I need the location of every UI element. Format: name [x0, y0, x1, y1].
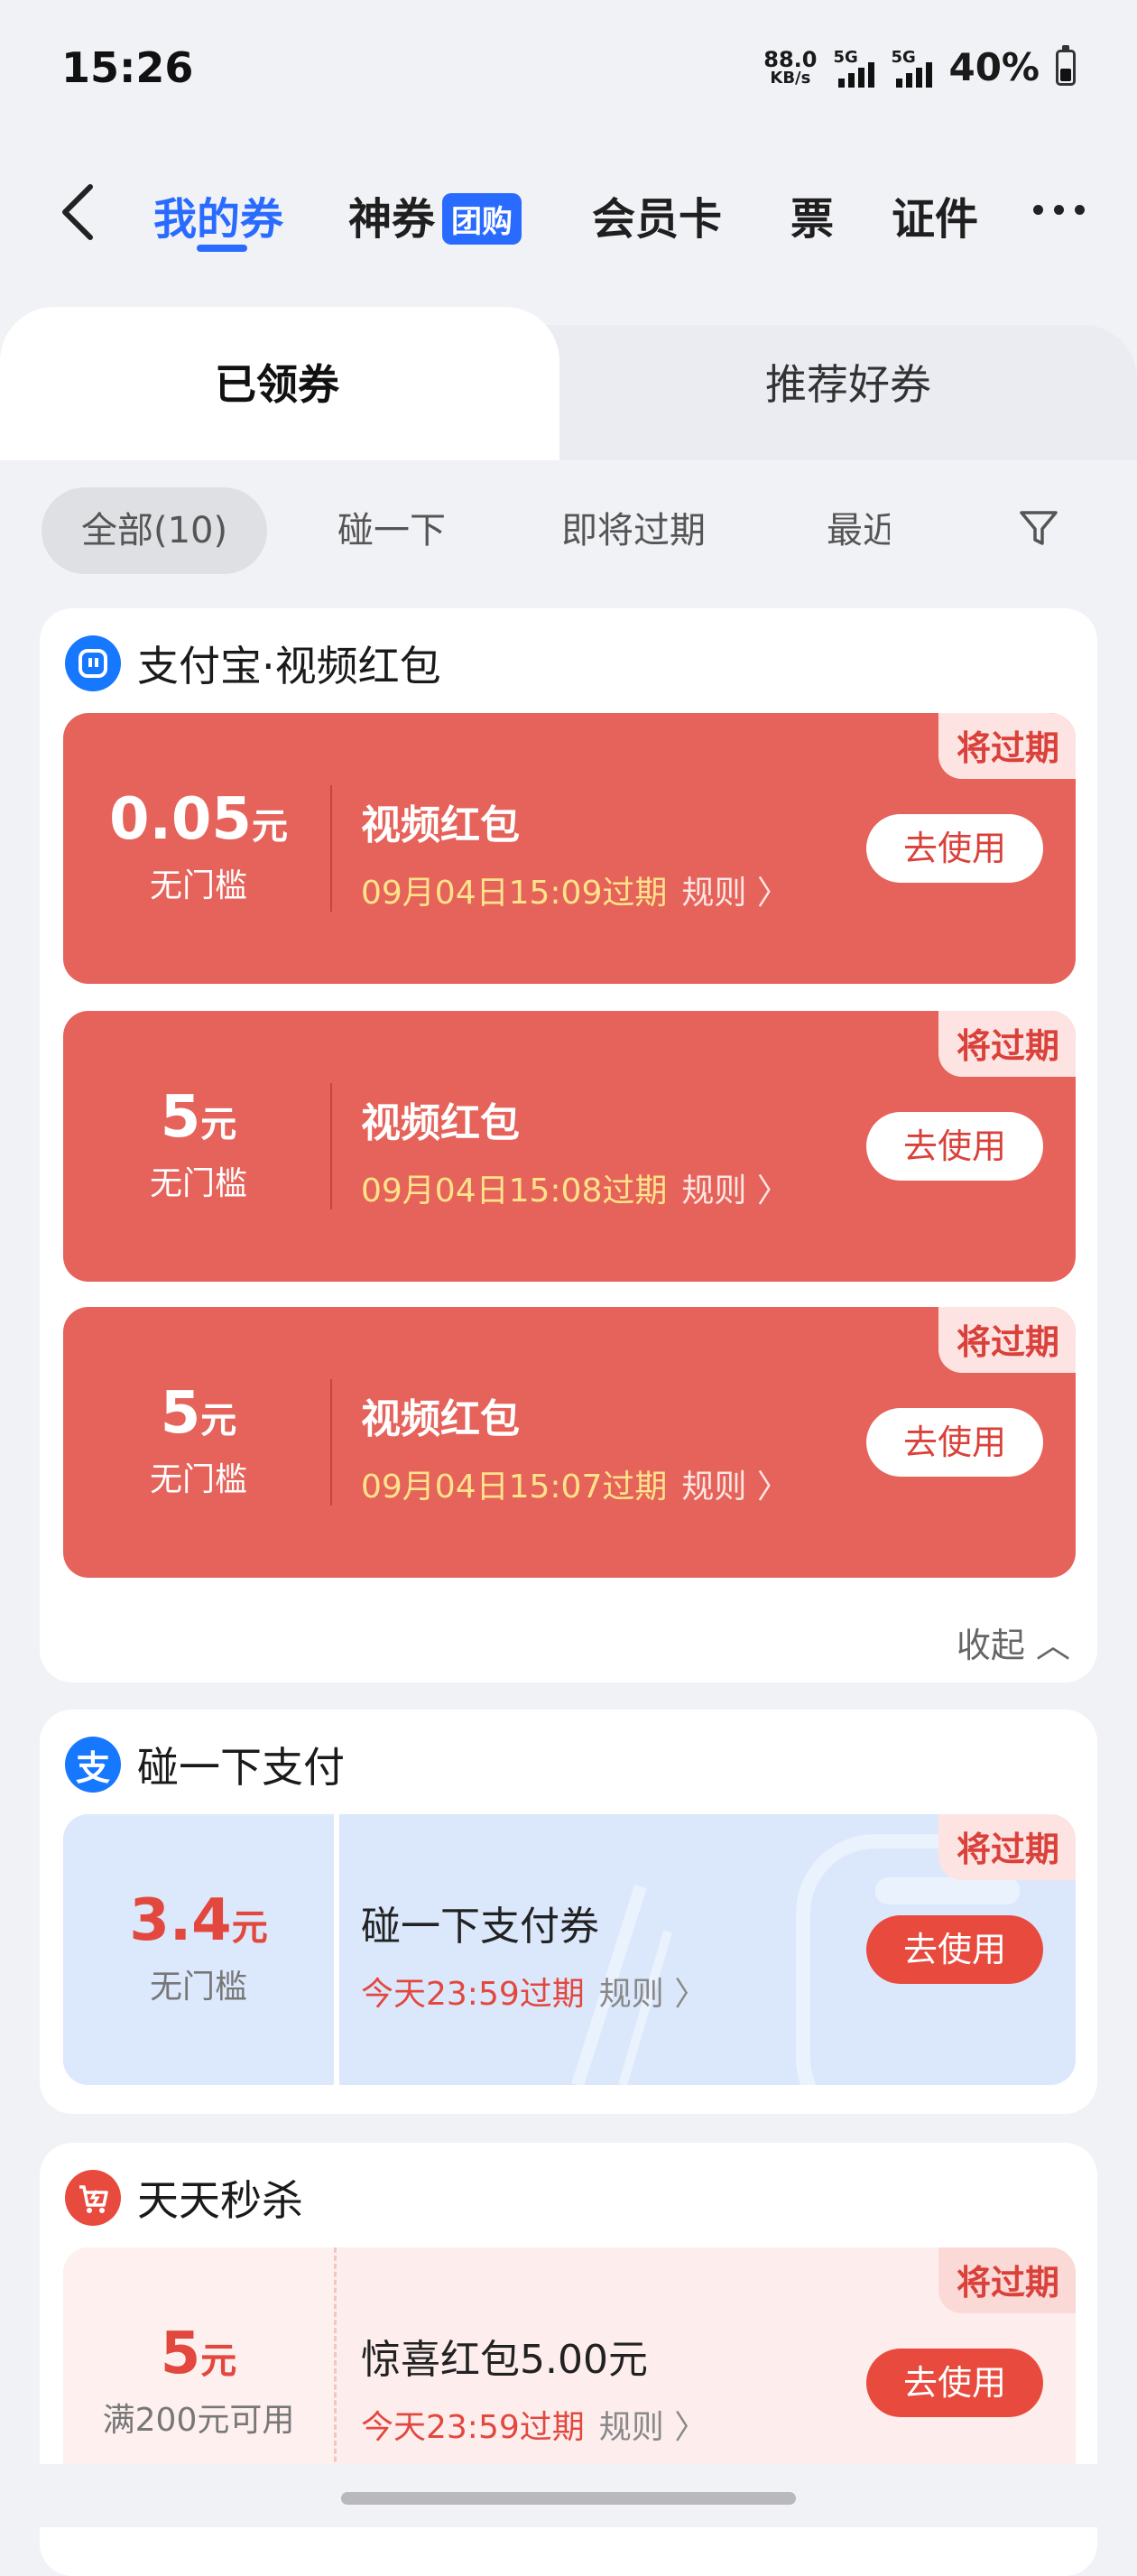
active-tab-indicator — [197, 245, 247, 252]
coupon-name: 惊喜红包5.00元 — [361, 2337, 648, 2383]
coupon-divider — [330, 785, 332, 912]
section-title: 支付宝·视频红包 — [137, 642, 441, 690]
speed-value: 88.0 — [763, 46, 818, 72]
coupon-amount: 5元 — [160, 1380, 237, 1447]
filter-all[interactable]: 全部(10) — [42, 487, 268, 574]
flash-sale-cart-icon — [65, 2170, 121, 2226]
coupon-amount: 5元 — [160, 2321, 237, 2387]
network-speed: 88.0 KB/s — [763, 49, 817, 87]
coupon-condition: 无门槛 — [149, 1969, 247, 2006]
coupon-condition: 满200元可用 — [102, 2402, 295, 2439]
coupon-name: 视频红包 — [361, 1100, 520, 1146]
alipay-video-logo-icon — [65, 635, 121, 691]
coupon-condition: 无门槛 — [149, 1461, 247, 1498]
coupon-name: 视频红包 — [361, 802, 520, 848]
coupon-condition: 无门槛 — [149, 1165, 247, 1202]
battery-percent: 40% — [948, 45, 1040, 89]
tab-documents[interactable]: 证件 — [892, 183, 978, 246]
signal-icon: 5G — [833, 47, 875, 88]
filter-expiring[interactable]: 即将过期 — [561, 487, 706, 574]
use-button[interactable]: 去使用 — [866, 1915, 1043, 1984]
coupon-divider — [330, 1379, 332, 1506]
tab-super-coupons-label: 神券 — [348, 194, 436, 245]
group-buy-badge: 团购 — [442, 192, 522, 245]
coupon-rules-link[interactable]: 规则 〉 — [681, 875, 789, 912]
coupon-expiry: 09月04日15:09过期 — [361, 875, 668, 912]
section-title: 碰一下支付 — [137, 1743, 345, 1792]
section-video-redpacket: 支付宝·视频红包 0.05元 无门槛 视频红包 09月04日15:09过期 规则 … — [40, 608, 1097, 1682]
section-title: 天天秒杀 — [137, 2176, 303, 2225]
more-icon[interactable] — [1033, 205, 1085, 215]
tab-member-card[interactable]: 会员卡 — [592, 183, 722, 246]
tab-my-coupons[interactable]: 我的券 — [153, 183, 283, 246]
alipay-logo-icon: 支 — [65, 1737, 121, 1793]
coupon-condition: 无门槛 — [149, 867, 247, 904]
subtab-claimed[interactable]: 已领券 — [215, 352, 339, 412]
coupon-expiry: 今天23:59过期 — [361, 1976, 585, 2013]
coupon-rules-link[interactable]: 规则 〉 — [599, 1976, 707, 2013]
clock: 15:26 — [61, 43, 194, 92]
coupon-rules-link[interactable]: 规则 〉 — [681, 1172, 789, 1209]
coupon-expiry: 09月04日15:08过期 — [361, 1172, 668, 1209]
expiring-badge: 将过期 — [938, 713, 1076, 779]
section-tap-pay: 支 碰一下支付 3.4元 无门槛 碰一下支付券 今天23:59过期 规则 〉 将过… — [40, 1710, 1097, 2114]
coupon-amount: 0.05元 — [109, 786, 288, 853]
filter-recent[interactable]: 最近 — [827, 487, 890, 574]
coupon-name: 碰一下支付券 — [361, 1904, 599, 1950]
coupon-name: 视频红包 — [361, 1396, 520, 1442]
expiring-badge: 将过期 — [938, 1307, 1076, 1373]
filter-funnel-icon[interactable] — [1016, 505, 1061, 551]
coupon-rules-link[interactable]: 规则 〉 — [681, 1469, 789, 1506]
coupon-amount: 3.4元 — [129, 1887, 268, 1954]
expiring-badge: 将过期 — [938, 1814, 1076, 1880]
signal-label-2: 5G — [891, 47, 916, 67]
use-button[interactable]: 去使用 — [866, 814, 1043, 883]
status-bar: 15:26 88.0 KB/s 5G 5G 40% — [0, 0, 1137, 144]
back-arrow-icon[interactable] — [56, 183, 101, 241]
coupon-expiry: 09月04日15:07过期 — [361, 1469, 668, 1506]
filter-tap[interactable]: 碰一下 — [337, 487, 446, 574]
expiring-badge: 将过期 — [938, 2247, 1076, 2313]
coupon-amount: 5元 — [160, 1084, 237, 1151]
coupon-rules-link[interactable]: 规则 〉 — [599, 2409, 707, 2446]
speed-unit: KB/s — [770, 68, 811, 88]
collapse-button[interactable]: 收起 ︿ — [957, 1617, 1070, 1667]
subtab-recommended[interactable]: 推荐好券 — [765, 352, 931, 412]
battery-icon — [1056, 44, 1076, 86]
home-indicator[interactable] — [341, 2492, 796, 2505]
coupon-card[interactable]: 0.05元 无门槛 视频红包 09月04日15:09过期 规则 〉 将过期 去使用 — [63, 713, 1076, 984]
top-nav: 我的券 神券 团购 会员卡 票 证件 — [0, 167, 1137, 257]
tab-super-coupons[interactable]: 神券 团购 — [348, 183, 522, 248]
expiring-badge: 将过期 — [938, 1011, 1076, 1077]
coupon-card[interactable]: 5元 无门槛 视频红包 09月04日15:07过期 规则 〉 将过期 去使用 — [63, 1307, 1076, 1578]
use-button[interactable]: 去使用 — [866, 1112, 1043, 1181]
use-button[interactable]: 去使用 — [866, 1408, 1043, 1477]
coupon-expiry: 今天23:59过期 — [361, 2409, 585, 2446]
signal-icon-2: 5G — [891, 47, 933, 88]
signal-label: 5G — [833, 47, 858, 67]
coupon-card[interactable]: 5元 无门槛 视频红包 09月04日15:08过期 规则 〉 将过期 去使用 — [63, 1011, 1076, 1282]
tab-tickets[interactable]: 票 — [790, 183, 834, 246]
coupon-card[interactable]: 3.4元 无门槛 碰一下支付券 今天23:59过期 规则 〉 将过期 去使用 — [63, 1814, 1076, 2085]
coupon-divider — [330, 1083, 332, 1209]
use-button[interactable]: 去使用 — [866, 2349, 1043, 2417]
